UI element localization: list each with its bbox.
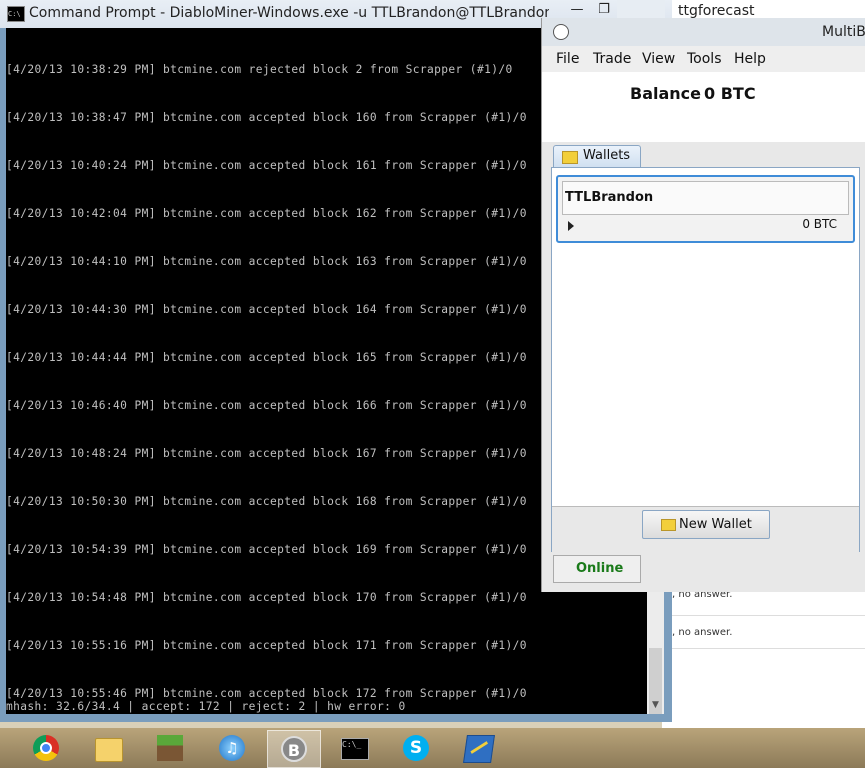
console-line: [4/20/13 10:46:40 PM] btcmine.com accept… [6,399,527,412]
taskbar-file-explorer[interactable] [82,730,134,766]
balance-value: 0 BTC [704,84,756,103]
wallet-icon [562,151,578,164]
console-line: [4/20/13 10:40:24 PM] btcmine.com accept… [6,159,527,172]
taskbar: ♫ B C:\_ S [0,728,865,768]
wallets-footer: New Wallet [552,506,859,552]
taskbar-command-prompt[interactable]: C:\_ [328,730,380,766]
taskbar-chrome[interactable] [20,730,72,766]
menu-trade[interactable]: Trade [593,51,631,67]
minimize-button[interactable]: — [562,0,592,20]
console-line: [4/20/13 10:55:16 PM] btcmine.com accept… [6,639,527,652]
balance-label: Balance [630,84,701,103]
close-button[interactable] [617,0,665,20]
multibit-titlebar[interactable]: MultiB [542,18,865,46]
maximize-button[interactable]: ❐ [589,0,619,20]
taskbar-notepad[interactable] [452,730,504,766]
tab-wallets[interactable]: Wallets [553,145,641,168]
menu-tools[interactable]: Tools [687,51,722,67]
console-line: [4/20/13 10:50:30 PM] btcmine.com accept… [6,495,527,508]
wallet-balance: 0 BTC [802,217,837,231]
taskbar-minecraft[interactable] [144,730,196,766]
menu-view[interactable]: View [642,51,675,67]
console-line: [4/20/13 10:38:29 PM] btcmine.com reject… [6,63,513,76]
console-line: [4/20/13 10:42:04 PM] btcmine.com accept… [6,207,527,220]
taskbar-skype[interactable]: S [390,730,442,766]
wallets-panel: TTLBrandon 0 BTC New Wallet [551,167,860,552]
status-bar: Online [542,552,865,592]
background-row: , no answer. [672,627,733,638]
menu-help[interactable]: Help [734,51,766,67]
notepad-icon [463,735,495,763]
menu-file[interactable]: File [556,51,579,67]
itunes-icon: ♫ [219,735,245,761]
menu-bar: File Trade View Tools Help [542,46,865,72]
online-status-box: Online [553,555,641,583]
command-prompt-icon: C:\_ [341,738,369,760]
new-wallet-label: New Wallet [679,517,752,532]
balance-area: Balance 0 BTC [542,72,865,142]
wallet-name-field[interactable]: TTLBrandon [562,181,849,215]
window-frame [0,714,672,722]
wallet-name: TTLBrandon [565,190,654,205]
console-line: [4/20/13 10:48:24 PM] btcmine.com accept… [6,447,527,460]
console-line: [4/20/13 10:38:47 PM] btcmine.com accept… [6,111,527,124]
divider [672,615,865,616]
cmd-window-title: Command Prompt - DiabloMiner-Windows.exe… [29,5,549,21]
console-status-line: mhash: 32.6/34.4 | accept: 172 | reject:… [6,700,406,713]
skype-icon: S [403,735,429,761]
new-wallet-icon [661,519,676,531]
file-explorer-icon [95,738,123,762]
cmd-window-icon: C:\ [7,6,25,22]
taskbar-multibit[interactable]: B [267,730,321,768]
console-line: [4/20/13 10:44:10 PM] btcmine.com accept… [6,255,527,268]
minecraft-icon [157,735,183,761]
multibit-logo-icon [553,24,569,40]
multibit-icon: B [281,736,307,762]
console-line: [4/20/13 10:54:39 PM] btcmine.com accept… [6,543,527,556]
online-status: Online [576,561,624,576]
scroll-down-icon[interactable]: ▼ [647,697,664,714]
multibit-window[interactable]: MultiB File Trade View Tools Help Balanc… [541,18,865,592]
wallet-card[interactable]: TTLBrandon 0 BTC [556,175,855,243]
divider [672,648,865,649]
console-line: [4/20/13 10:44:44 PM] btcmine.com accept… [6,351,527,364]
multibit-window-title: MultiB [822,24,865,40]
taskbar-itunes[interactable]: ♫ [206,730,258,766]
expand-arrow-icon[interactable] [568,221,574,231]
tab-wallets-label: Wallets [583,148,631,163]
chrome-icon [33,735,59,761]
new-wallet-button[interactable]: New Wallet [642,510,770,539]
console-line: [4/20/13 10:54:48 PM] btcmine.com accept… [6,591,527,604]
console-line: [4/20/13 10:44:30 PM] btcmine.com accept… [6,303,527,316]
console-line: [4/20/13 10:55:46 PM] btcmine.com accept… [6,687,527,700]
background-window-title: ttgforecast [678,3,755,19]
